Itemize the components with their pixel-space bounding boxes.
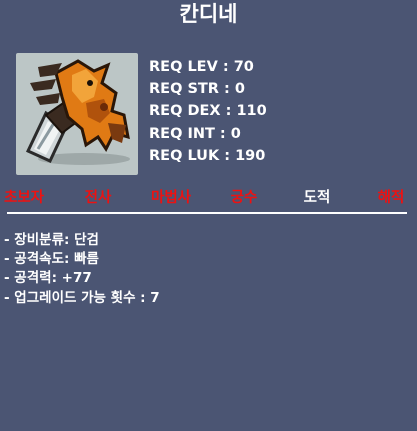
req-dex: REQ DEX : 110 <box>149 103 267 120</box>
req-luk: REQ LUK : 190 <box>149 147 266 164</box>
stat-upgrades: - 업그레이드 가능 횟수 : 7 <box>4 289 160 306</box>
job-row: 초보자 전사 마법사 궁수 도적 해적 <box>0 188 417 210</box>
divider <box>7 212 407 214</box>
job-pirate: 해적 <box>377 190 405 206</box>
stat-attack-speed: - 공격속도: 빠름 <box>4 251 99 268</box>
item-name: 칸디네 <box>179 2 238 26</box>
job-magician: 마법사 <box>150 190 192 206</box>
req-int: REQ INT : 0 <box>149 125 241 142</box>
job-thief: 도적 <box>303 190 331 206</box>
weapon-sprite-icon <box>25 59 130 165</box>
job-archer: 궁수 <box>230 190 258 206</box>
req-str: REQ STR : 0 <box>149 81 245 98</box>
stat-category: - 장비분류: 단검 <box>4 232 99 248</box>
job-warrior: 전사 <box>84 190 112 206</box>
job-beginner: 초보자 <box>3 190 45 206</box>
req-level: REQ LEV : 70 <box>149 59 254 75</box>
requirements-list: REQ LEV : 70 REQ STR : 0 REQ DEX : 110 R… <box>149 56 267 167</box>
stats-list: - 장비분류: 단검 - 공격속도: 빠름 - 공격력: +77 - 업그레이드… <box>4 231 160 308</box>
item-icon-frame <box>16 53 138 175</box>
stat-attack: - 공격력: +77 <box>4 270 92 287</box>
